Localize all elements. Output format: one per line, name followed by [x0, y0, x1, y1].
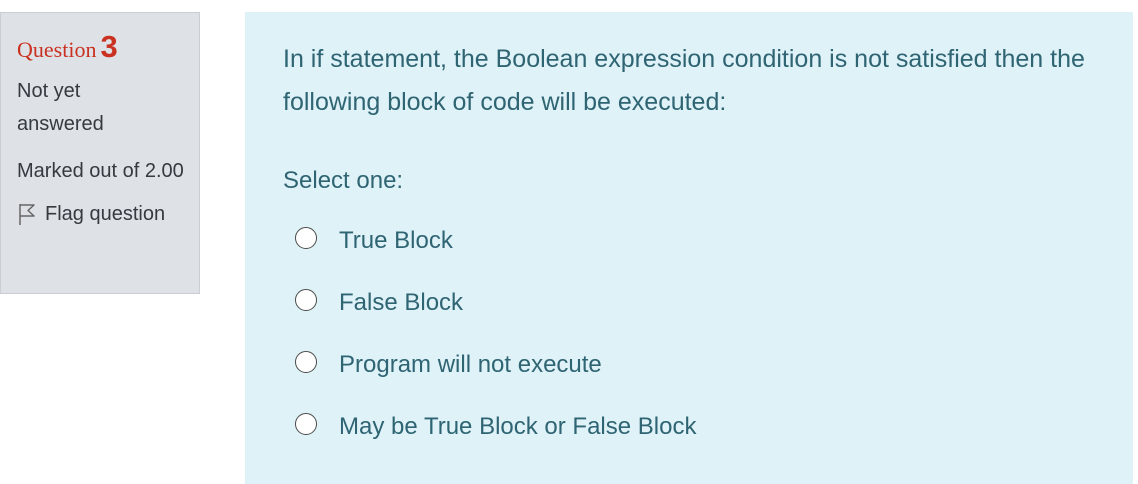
answer-prompt: Select one:: [283, 167, 404, 194]
answer-options: True Block False Block Program will not …: [283, 210, 1133, 458]
answer-option[interactable]: Program will not execute: [283, 334, 1133, 396]
answer-option[interactable]: False Block: [283, 272, 1133, 334]
answer-option[interactable]: May be True Block or False Block: [283, 396, 1133, 458]
answer-option[interactable]: True Block: [283, 210, 1133, 272]
radio-button[interactable]: [295, 351, 317, 373]
radio-button[interactable]: [295, 413, 317, 435]
question-word: Question: [17, 37, 97, 62]
answer-option-label[interactable]: True Block: [339, 227, 453, 255]
flag-question-label: Flag question: [45, 202, 166, 225]
question-text: In if statement, the Boolean expression …: [283, 45, 1085, 116]
question-number: Question 3: [17, 29, 199, 65]
question-grade: Marked out of 2.00: [17, 160, 184, 182]
answer-option-label[interactable]: May be True Block or False Block: [339, 413, 696, 441]
answer-option-label[interactable]: False Block: [339, 289, 463, 317]
flag-icon: [19, 204, 35, 225]
radio-button[interactable]: [295, 289, 317, 311]
flag-question-link[interactable]: Flag question: [17, 202, 199, 226]
question-state: Not yet answered: [17, 80, 104, 135]
question-number-value: 3: [100, 29, 118, 64]
answer-option-label[interactable]: Program will not execute: [339, 351, 602, 379]
question-content: In if statement, the Boolean expression …: [245, 12, 1133, 484]
question-info-panel: Question 3 Not yet answered Marked out o…: [0, 12, 200, 294]
radio-button[interactable]: [295, 227, 317, 249]
